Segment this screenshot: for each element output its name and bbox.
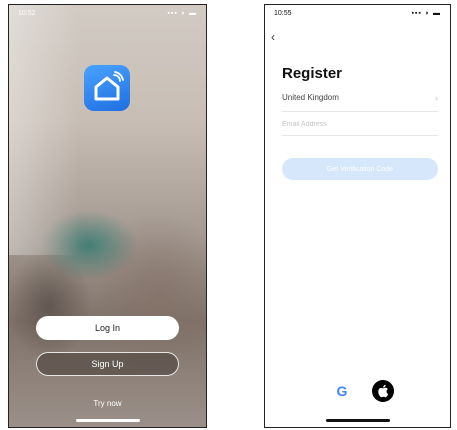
- welcome-screen: 10:52 ▪▪▪ ◗ ▬ Log In Sign Up Try now: [8, 4, 207, 428]
- login-button[interactable]: Log In: [36, 316, 179, 340]
- chevron-left-icon[interactable]: ‹: [271, 31, 275, 43]
- google-login-button[interactable]: G: [331, 380, 353, 402]
- signup-button[interactable]: Sign Up: [36, 352, 179, 376]
- get-verification-code-button[interactable]: Get Verification Code: [282, 158, 438, 180]
- status-bar: 10:55 ▪▪▪ ◗ ▬: [265, 10, 450, 22]
- status-icons: ▪▪▪ ◗ ▬: [411, 10, 441, 17]
- apple-login-button[interactable]: [372, 380, 394, 402]
- chevron-right-icon: ›: [435, 93, 438, 103]
- try-now-link[interactable]: Try now: [9, 399, 206, 408]
- app-logo-icon: [84, 65, 130, 111]
- status-icons: ▪▪▪ ◗ ▬: [167, 10, 197, 17]
- status-time: 10:52: [18, 10, 36, 17]
- home-indicator: [75, 419, 140, 422]
- page-title: Register: [282, 65, 343, 82]
- email-field[interactable]: [282, 117, 432, 131]
- register-screen: 10:55 ▪▪▪ ◗ ▬ ‹ Register United Kingdom …: [264, 4, 451, 428]
- home-indicator: [325, 419, 390, 422]
- divider: [282, 111, 438, 112]
- google-icon: G: [336, 383, 348, 399]
- status-time: 10:55: [274, 10, 292, 17]
- apple-icon: [378, 384, 389, 398]
- country-selector[interactable]: United Kingdom ›: [282, 93, 438, 107]
- status-bar: 10:52 ▪▪▪ ◗ ▬: [9, 10, 206, 22]
- country-label: United Kingdom: [282, 93, 339, 102]
- divider: [282, 135, 438, 136]
